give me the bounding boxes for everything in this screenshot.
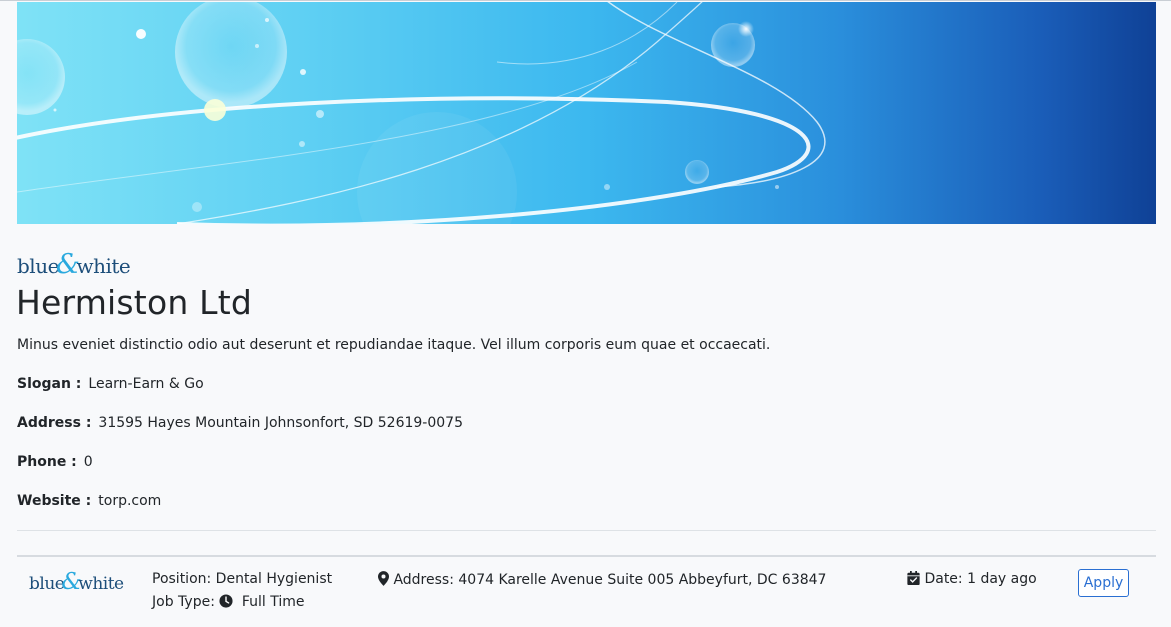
phone-value: 0 <box>83 454 93 470</box>
job-date: Date: 1 day ago <box>907 571 1037 587</box>
section-divider <box>17 530 1156 531</box>
logo-text: blue <box>29 574 65 594</box>
address-value: 31595 Hayes Mountain Johnsonfort, SD 526… <box>98 415 463 431</box>
website-row: Website : torp.com <box>17 493 161 509</box>
top-border <box>0 0 1171 1</box>
website-value: torp.com <box>98 493 162 509</box>
job-address: Address: 4074 Karelle Avenue Suite 005 A… <box>378 571 826 588</box>
company-profile-page: blue&white Hermiston Ltd Minus eveniet d… <box>0 0 1171 627</box>
job-type-value: Full Time <box>241 594 305 610</box>
logo-text: white <box>78 574 124 594</box>
phone-row: Phone : 0 <box>17 454 93 470</box>
job-company-logo: blue&white <box>29 569 124 595</box>
phone-label: Phone : <box>17 454 77 470</box>
banner-decoration <box>17 2 826 224</box>
company-logo: blue&white <box>17 249 131 280</box>
job-position: Position: Dental Hygienist <box>152 571 333 587</box>
address-row: Address : 31595 Hayes Mountain Johnsonfor… <box>17 415 463 431</box>
company-name: Hermiston Ltd <box>16 283 253 322</box>
slogan-row: Slogan : Learn-Earn & Go <box>17 376 204 392</box>
job-type: Job Type: Full Time <box>152 594 304 610</box>
slogan-label: Slogan : <box>17 376 82 392</box>
calendar-check-icon <box>907 571 920 585</box>
logo-text: blue <box>17 254 59 278</box>
clock-icon <box>219 594 233 608</box>
map-marker-icon <box>378 571 389 586</box>
slogan-value: Learn-Earn & Go <box>88 376 204 392</box>
website-label: Website : <box>17 493 92 509</box>
apply-button[interactable]: Apply <box>1078 569 1129 597</box>
cover-banner <box>17 2 1156 224</box>
job-list-divider <box>17 555 1156 557</box>
job-address-text: Address: 4074 Karelle Avenue Suite 005 A… <box>393 572 827 588</box>
address-label: Address : <box>17 415 92 431</box>
job-type-label: Job Type: <box>152 594 215 610</box>
logo-text: white <box>76 254 131 278</box>
job-date-text: Date: 1 day ago <box>924 571 1037 587</box>
company-description: Minus eveniet distinctio odio aut deseru… <box>17 337 771 353</box>
